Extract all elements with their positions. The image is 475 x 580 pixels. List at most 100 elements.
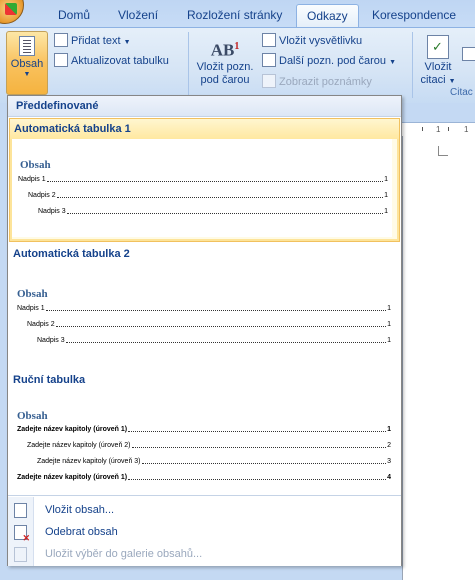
insert-citation-label-2-text: citaci: [420, 74, 446, 86]
ruler-mark: 1: [436, 125, 441, 134]
insert-footnote-label-2: pod čarou: [200, 74, 250, 86]
toc-line-text: Zadejte název kapitoly (úroveň 3): [37, 458, 141, 465]
ribbon-group-separator: [412, 32, 413, 98]
citation-icon: [427, 35, 449, 59]
insert-toc-menu-item[interactable]: Vložit obsah...: [8, 499, 401, 521]
toc-preview-line: Nadpis 1 1: [18, 175, 388, 185]
window-bottom-strip: [0, 566, 402, 580]
insert-citation-label-1: Vložit: [424, 61, 452, 73]
toc-line-page: 1: [387, 321, 391, 328]
toc-preview-heading: Obsah: [17, 410, 48, 422]
next-footnote-button[interactable]: Další pozn. pod čarou ▼: [262, 52, 396, 70]
toc-preview-line: Zadejte název kapitoly (úroveň 2) 2: [27, 441, 391, 451]
next-footnote-icon: [262, 53, 276, 67]
insert-toc-label: Vložit obsah...: [45, 504, 115, 516]
toc-line-text: Zadejte název kapitoly (úroveň 1): [17, 426, 128, 433]
insert-citation-button[interactable]: Vložit citaci ▼: [416, 31, 460, 88]
toc-line-page: 1: [387, 426, 391, 433]
toc-preview-line: Nadpis 3 1: [37, 336, 391, 346]
show-notes-label: Zobrazit poznámky: [279, 76, 372, 88]
ruler-mark: 1: [464, 125, 469, 134]
page-margin-corner: [438, 146, 448, 156]
toc-line-text: Nadpis 2: [27, 321, 55, 328]
manage-sources-icon-box: [462, 47, 475, 61]
toc-line-text: Nadpis 1: [17, 305, 45, 312]
show-notes-button[interactable]: Zobrazit poznámky: [262, 73, 372, 91]
toc-preview-line: Zadejte název kapitoly (úroveň 1) 1: [17, 425, 391, 435]
toc-line-page: 1: [387, 305, 391, 312]
toc-document-icon: [14, 503, 27, 518]
toc-line-text: Zadejte název kapitoly (úroveň 2): [27, 442, 131, 449]
ribbon-group-separator: [188, 32, 189, 98]
ribbon-tab-bar: Domů Vložení Rozložení stránky Odkazy Ko…: [0, 0, 475, 27]
gallery-item-title: Ruční tabulka: [13, 374, 86, 386]
toc-preview-line: Nadpis 2 1: [27, 320, 391, 330]
toc-line-page: 4: [387, 474, 391, 481]
gallery-item-automatic-table-1[interactable]: Automatická tabulka 1 Obsah Nadpis 1 1 Na…: [9, 118, 400, 242]
gallery-item-title: Automatická tabulka 2: [13, 248, 130, 260]
save-selection-menu-item[interactable]: Uložit výběr do galerie obsahů...: [8, 543, 401, 565]
toc-preview-line: Nadpis 2 1: [28, 191, 388, 201]
toc-preview: Obsah Nadpis 1 1 Nadpis 2 1 Nadpis 3 1: [9, 264, 398, 364]
gallery-item-automatic-table-2[interactable]: Automatická tabulka 2 Obsah Nadpis 1 1 Na…: [9, 244, 400, 368]
footnote-ab-icon: AB1: [210, 40, 240, 60]
toc-line-page: 3: [387, 458, 391, 465]
tab-mailings[interactable]: Korespondence: [362, 4, 466, 27]
toc-line-text: Nadpis 3: [37, 337, 65, 344]
toc-preview: Obsah Nadpis 1 1 Nadpis 2 1 Nadpis 3 1: [12, 139, 392, 237]
show-notes-icon: [262, 74, 276, 88]
toc-line-page: 1: [384, 208, 388, 215]
add-text-button[interactable]: Přidat text ▼: [54, 32, 131, 50]
chevron-down-icon: ▼: [123, 39, 131, 46]
insert-endnote-label: Vložit vysvětlivku: [279, 35, 363, 47]
toc-preview: Obsah Zadejte název kapitoly (úroveň 1) 1…: [9, 390, 398, 494]
save-selection-label: Uložit výběr do galerie obsahů...: [45, 548, 203, 560]
save-to-gallery-icon: [14, 547, 27, 562]
toc-line-text: Nadpis 2: [28, 192, 56, 199]
add-text-label: Přidat text: [71, 35, 121, 47]
horizontal-ruler[interactable]: 1 1: [402, 122, 475, 136]
menu-separator: [8, 495, 401, 496]
gallery-item-manual-table[interactable]: Ruční tabulka Obsah Zadejte název kapito…: [9, 370, 400, 494]
gallery-header: Předdefinované: [8, 96, 401, 117]
toc-line-page: 1: [384, 176, 388, 183]
toc-button[interactable]: Obsah ▼: [6, 31, 48, 95]
tab-home[interactable]: Domů: [48, 4, 100, 27]
toc-line-text: Nadpis 1: [18, 176, 46, 183]
remove-toc-icon: [14, 525, 30, 543]
update-table-button[interactable]: Aktualizovat tabulku: [54, 52, 169, 70]
office-button[interactable]: [0, 0, 24, 24]
remove-toc-menu-item[interactable]: Odebrat obsah: [8, 521, 401, 543]
toc-preview-heading: Obsah: [20, 159, 51, 171]
insert-footnote-button[interactable]: AB1 Vložit pozn. pod čarou: [193, 31, 257, 87]
toc-line-text: Nadpis 3: [38, 208, 66, 215]
toc-button-label: Obsah: [10, 58, 44, 70]
toc-line-text: Zadejte název kapitoly (úroveň 1): [17, 474, 128, 481]
toc-preview-line: Zadejte název kapitoly (úroveň 1) 4: [17, 473, 391, 483]
citations-group-label: Citac: [450, 87, 473, 98]
insert-footnote-label-1: Vložit pozn.: [196, 61, 254, 73]
update-table-label: Aktualizovat tabulku: [71, 55, 169, 67]
gallery-item-title: Automatická tabulka 1: [10, 119, 399, 139]
next-footnote-label: Další pozn. pod čarou: [279, 55, 387, 67]
document-page[interactable]: [402, 136, 475, 580]
insert-endnote-button[interactable]: Vložit vysvětlivku: [262, 32, 362, 50]
toc-preview-heading: Obsah: [17, 288, 48, 300]
tab-page-layout[interactable]: Rozložení stránky: [177, 4, 292, 27]
manage-sources-icon[interactable]: [462, 46, 475, 64]
ribbon-panel: Obsah ▼ Přidat text ▼ Aktualizovat tabul…: [0, 27, 475, 103]
ruler-tick: [422, 127, 423, 131]
add-text-icon: [54, 33, 68, 47]
chevron-down-icon: ▼: [23, 71, 31, 78]
tab-references[interactable]: Odkazy: [296, 4, 359, 27]
toc-menu: Vložit obsah... Odebrat obsah Uložit výb…: [8, 497, 401, 566]
endnote-icon: [262, 33, 276, 47]
toc-gallery-dropdown: Předdefinované Automatická tabulka 1 Obs…: [7, 95, 402, 566]
toc-preview-line: Zadejte název kapitoly (úroveň 3) 3: [37, 457, 391, 467]
office-logo-icon: [5, 3, 17, 15]
toc-line-page: 2: [387, 442, 391, 449]
toc-line-page: 1: [387, 337, 391, 344]
update-table-icon: [54, 53, 68, 67]
tab-insert[interactable]: Vložení: [108, 4, 168, 27]
ruler-tick: [448, 127, 449, 131]
